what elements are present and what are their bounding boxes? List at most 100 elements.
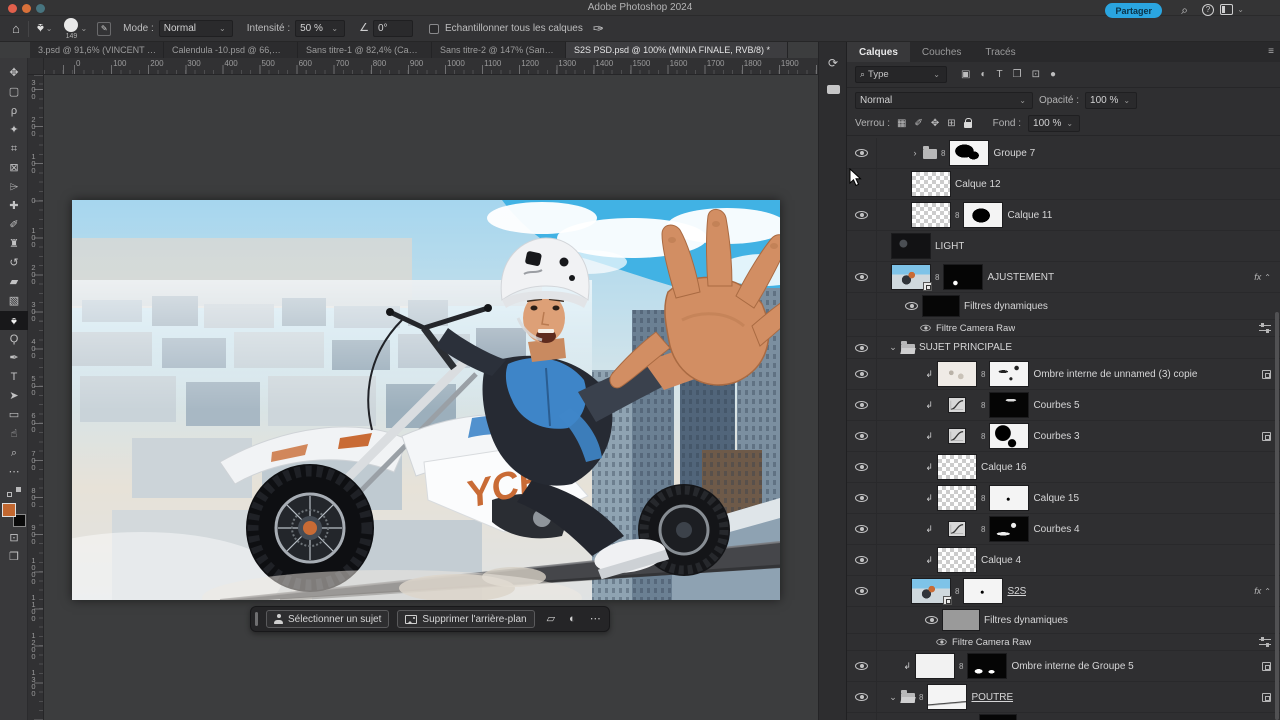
edit-toolbar-button[interactable]: ⋯ bbox=[0, 463, 28, 482]
layer-thumbnail[interactable] bbox=[927, 684, 967, 710]
layer-row[interactable]: ↳8Courbes 3 bbox=[847, 421, 1280, 452]
document-tab[interactable]: Calendula -10.psd @ 66,… bbox=[164, 42, 298, 58]
gradient-tool[interactable]: ▧ bbox=[0, 292, 28, 311]
layer-row[interactable]: ›8Groupe 7 bbox=[847, 138, 1280, 169]
layer-row[interactable]: 8S2Sfx⌃ bbox=[847, 576, 1280, 607]
object-selection-tool[interactable]: ✦ bbox=[0, 121, 28, 140]
filtering-toggle[interactable]: ● bbox=[1050, 70, 1056, 80]
blur-tool-preview-icon[interactable]: ♠ bbox=[37, 21, 44, 36]
layer-thumbnail[interactable] bbox=[942, 609, 980, 631]
sample-all-layers-checkbox[interactable] bbox=[429, 24, 439, 34]
taskbar-drag-handle[interactable] bbox=[255, 612, 258, 626]
panel-tab-tracés[interactable]: Tracés bbox=[973, 42, 1027, 62]
hand-tool[interactable]: ☝ bbox=[0, 425, 28, 444]
airbrush-icon[interactable]: ✑ bbox=[593, 22, 604, 35]
layer-row[interactable]: ↳8Courbes 4 bbox=[847, 514, 1280, 545]
layer-thumbnail[interactable] bbox=[911, 578, 951, 604]
layer-visibility-toggle[interactable] bbox=[847, 634, 877, 650]
layer-visibility-toggle[interactable] bbox=[847, 293, 877, 319]
layer-row[interactable]: 8AJUSTEMENTfx⌃ bbox=[847, 262, 1280, 293]
filter-adjustment-layers-icon[interactable]: ◐ bbox=[980, 70, 986, 80]
layer-name[interactable]: Calque 4 bbox=[981, 555, 1021, 566]
select-subject-button[interactable]: Sélectionner un sujet bbox=[266, 610, 389, 628]
layer-visibility-toggle[interactable] bbox=[847, 337, 877, 358]
blur-tool[interactable]: ♠ bbox=[0, 311, 28, 330]
layer-name[interactable]: Calque 16 bbox=[981, 462, 1027, 473]
lock-artboard-icon[interactable]: ⊞ bbox=[947, 119, 955, 129]
curves-adjustment-icon[interactable] bbox=[937, 516, 977, 542]
vertical-ruler[interactable]: 3 0 02 0 01 0 001 0 02 0 03 0 04 0 05 0 … bbox=[28, 75, 44, 720]
adjustment-icon[interactable]: ◐ bbox=[569, 614, 576, 625]
layer-name[interactable]: Filtre Camera Raw bbox=[952, 637, 1031, 648]
layer-search-filter[interactable]: ⌕ Type ⌄ bbox=[855, 66, 947, 83]
horizontal-ruler[interactable]: 0100200300400500600700800900100011001200… bbox=[28, 58, 818, 75]
layer-visibility-toggle[interactable] bbox=[847, 514, 877, 544]
blend-mode-select[interactable]: Normal ⌄ bbox=[159, 20, 233, 37]
layer-visibility-toggle[interactable] bbox=[847, 359, 877, 389]
share-button[interactable]: Partager bbox=[1105, 3, 1162, 18]
curves-adjustment-icon[interactable] bbox=[937, 423, 977, 449]
eyedropper-tool[interactable]: ⌲ bbox=[0, 178, 28, 197]
remove-background-button[interactable]: Supprimer l'arrière-plan bbox=[397, 610, 534, 628]
lock-all-icon[interactable] bbox=[964, 122, 972, 128]
layer-visibility-toggle[interactable] bbox=[847, 320, 877, 336]
opacity-select[interactable]: 100 % ⌄ bbox=[1085, 92, 1137, 109]
layer-name[interactable]: Calque 12 bbox=[955, 179, 1001, 190]
layer-effects-icon[interactable]: fx⌃ bbox=[1254, 586, 1271, 596]
lock-transparency-icon[interactable]: ▦ bbox=[897, 119, 906, 129]
layer-row[interactable]: Filtre Camera Raw bbox=[847, 320, 1280, 337]
layer-row[interactable]: Calque 12 bbox=[847, 169, 1280, 200]
filter-blending-options-icon[interactable] bbox=[1259, 324, 1271, 333]
quick-mask-button[interactable]: ⊡ bbox=[0, 529, 28, 548]
layer-visibility-toggle[interactable] bbox=[847, 545, 877, 575]
move-tool[interactable]: ✥ bbox=[0, 64, 28, 83]
layer-name[interactable]: SUJET PRINCIPALE bbox=[919, 342, 1012, 353]
layer-name[interactable]: S2S bbox=[1007, 586, 1026, 597]
layer-name[interactable]: Courbes 4 bbox=[1033, 524, 1079, 535]
eye-icon[interactable] bbox=[905, 302, 918, 310]
eye-icon[interactable] bbox=[925, 616, 938, 624]
home-icon[interactable]: ⌂ bbox=[12, 22, 20, 35]
layer-visibility-toggle[interactable] bbox=[847, 651, 877, 681]
curves-adjustment-icon[interactable] bbox=[937, 392, 977, 418]
chevron-down-icon[interactable]: ⌄ bbox=[889, 342, 897, 353]
panel-tab-calques[interactable]: Calques bbox=[847, 42, 910, 62]
layer-name[interactable]: LIGHT bbox=[935, 241, 964, 252]
filter-pixel-layers-icon[interactable]: ▣ bbox=[961, 70, 970, 80]
marquee-tool[interactable]: ▢ bbox=[0, 83, 28, 102]
filter-shape-layers-icon[interactable]: ❒ bbox=[1013, 70, 1022, 80]
lock-position-icon[interactable]: ✥ bbox=[931, 119, 939, 129]
layers-scrollbar[interactable] bbox=[1275, 312, 1279, 720]
layer-row[interactable]: Filtres dynamiques bbox=[847, 293, 1280, 320]
layer-name[interactable]: Ombre interne de unnamed (3) copie bbox=[1033, 369, 1197, 380]
layer-thumbnail[interactable] bbox=[911, 202, 951, 228]
layer-row[interactable]: ↳Calque 4 bbox=[847, 545, 1280, 576]
eye-icon[interactable] bbox=[920, 325, 930, 331]
layer-mask-thumbnail[interactable] bbox=[989, 392, 1029, 418]
layer-visibility-toggle[interactable] bbox=[847, 231, 877, 261]
layer-name[interactable]: Courbes 5 bbox=[1033, 400, 1079, 411]
frame-tool[interactable]: ⊠ bbox=[0, 159, 28, 178]
layer-name[interactable]: Groupe 7 bbox=[993, 148, 1035, 159]
document-tab[interactable]: Sans titre-2 @ 147% (San… bbox=[432, 42, 566, 58]
clone-stamp-tool[interactable]: ♜ bbox=[0, 235, 28, 254]
chevron-down-icon[interactable]: ⌄ bbox=[889, 692, 897, 703]
layer-name[interactable]: Calque 11 bbox=[1007, 210, 1052, 221]
layer-name[interactable]: Filtre Camera Raw bbox=[936, 323, 1015, 334]
angle-input[interactable]: 0° bbox=[373, 20, 413, 37]
search-icon[interactable]: ⌕ bbox=[1181, 4, 1188, 16]
layer-visibility-toggle[interactable] bbox=[847, 452, 877, 482]
layer-blend-mode-select[interactable]: Normal ⌄ bbox=[855, 92, 1033, 109]
eye-icon[interactable] bbox=[936, 639, 946, 645]
layer-name[interactable]: Ombre interne de Groupe 5 bbox=[1011, 661, 1133, 672]
layer-row[interactable]: ↳Calque 16 bbox=[847, 452, 1280, 483]
intensity-select[interactable]: 50 % ⌄ bbox=[295, 20, 345, 37]
layer-visibility-toggle[interactable] bbox=[847, 576, 877, 606]
panel-menu-icon[interactable]: ≡ bbox=[1268, 46, 1274, 57]
layer-thumbnail[interactable] bbox=[891, 264, 931, 290]
screen-mode-button[interactable]: ❐ bbox=[0, 548, 28, 567]
layer-name[interactable]: AJUSTEMENT bbox=[987, 272, 1054, 283]
filter-type-layers-icon[interactable]: T bbox=[997, 70, 1003, 80]
layer-row[interactable]: ↳8Ombre interne de unnamed (3) copie bbox=[847, 359, 1280, 390]
healing-brush-tool[interactable]: ✚ bbox=[0, 197, 28, 216]
